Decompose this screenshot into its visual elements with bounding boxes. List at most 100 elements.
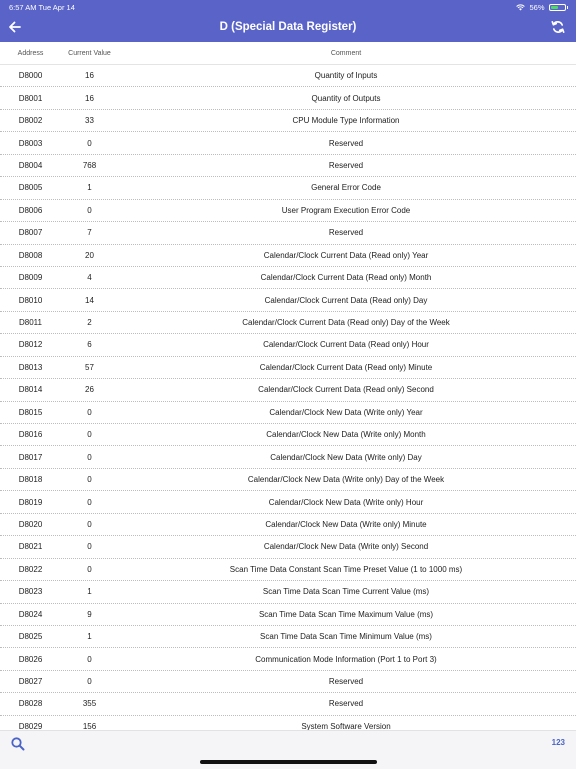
column-header-address: Address	[17, 49, 44, 57]
row-address: D8026	[18, 654, 43, 664]
row-comment: Scan Time Data Scan Time Minimum Value (…	[260, 632, 432, 642]
row-address: D8027	[18, 677, 43, 687]
row-address: D8012	[18, 340, 43, 350]
table-row[interactable]: D8001 16 Quantity of Outputs	[0, 87, 576, 110]
row-value: 0	[87, 677, 92, 687]
row-address: D8023	[18, 587, 43, 597]
row-address: D8021	[18, 542, 43, 552]
page-title: D (Special Data Register)	[219, 21, 357, 33]
row-comment: Calendar/Clock Current Data (Read only) …	[260, 273, 432, 283]
table-row[interactable]: D8012 6 Calendar/Clock Current Data (Read …	[0, 334, 576, 357]
table-row[interactable]: D8014 26 Calendar/Clock Current Data (Read…	[0, 379, 576, 402]
row-value: 33	[85, 116, 94, 126]
row-comment: Communication Mode Information (Port 1 t…	[255, 654, 437, 664]
row-value: 57	[85, 362, 94, 372]
table-row[interactable]: D8017 0 Calendar/Clock New Data (Write onl…	[0, 446, 576, 469]
table-row[interactable]: D8007 7 Reserved	[0, 222, 576, 245]
row-address: D8010	[18, 295, 43, 305]
search-icon[interactable]	[10, 736, 26, 752]
row-value: 20	[85, 250, 94, 260]
row-address: D8009	[18, 273, 43, 283]
table-row[interactable]: D8021 0 Calendar/Clock New Data (Write onl…	[0, 536, 576, 559]
row-value: 355	[82, 699, 97, 709]
numeric-format-button[interactable]: 123	[552, 738, 565, 747]
row-comment: Scan Time Data Scan Time Current Value (…	[262, 587, 430, 597]
table-row[interactable]: D8008 20 Calendar/Clock Current Data (Read…	[0, 245, 576, 267]
table-row[interactable]: D8000 16 Quantity of Inputs	[0, 65, 576, 88]
table-row[interactable]: D8022 0 Scan Time Data Constant Scan Time …	[0, 559, 576, 582]
row-value: 7	[87, 228, 92, 238]
table-row[interactable]: D8026 0 Communication Mode Information (Po…	[0, 648, 576, 671]
row-value: 0	[87, 542, 92, 552]
row-comment: Calendar/Clock Current Data (Read only) …	[263, 340, 429, 350]
row-comment: Calendar/Clock New Data (Write only) Min…	[265, 519, 427, 529]
refresh-icon[interactable]	[549, 18, 567, 36]
row-value: 16	[85, 71, 94, 81]
table-row[interactable]: D8002 33 CPU Module Type Information	[0, 110, 576, 133]
table-row[interactable]: D8010 14 Calendar/Clock Current Data (Read…	[0, 289, 576, 312]
table-row[interactable]: D8020 0 Calendar/Clock New Data (Write onl…	[0, 514, 576, 537]
row-value: 768	[82, 160, 97, 170]
row-comment: Reserved	[328, 160, 364, 170]
table-row[interactable]: D8005 1 General Error Code	[0, 177, 576, 200]
table-row[interactable]: D8028 355 Reserved	[0, 693, 576, 716]
table-row[interactable]: D8027 0 Reserved	[0, 671, 576, 694]
register-list[interactable]: Address Current Value Comment D8000 16 Qua…	[0, 42, 576, 730]
row-address: D8019	[18, 497, 43, 507]
table-row[interactable]: D8029 156 System Software Version	[0, 716, 576, 730]
table-row[interactable]: D8016 0 Calendar/Clock New Data (Write onl…	[0, 424, 576, 447]
row-value: 0	[87, 205, 92, 215]
row-value: 1	[87, 632, 92, 642]
row-comment: Calendar/Clock Current Data (Read only) …	[259, 362, 433, 372]
table-row[interactable]: D8013 57 Calendar/Clock Current Data (Read…	[0, 357, 576, 380]
row-address: D8001	[18, 93, 43, 103]
row-comment: Scan Time Data Scan Time Maximum Value (…	[258, 609, 434, 619]
column-header-value: Current Value	[68, 49, 111, 57]
table-row[interactable]: D8004 768 Reserved	[0, 155, 576, 178]
row-value: 0	[87, 138, 92, 148]
table-row[interactable]: D8025 1 Scan Time Data Scan Time Minimum V…	[0, 626, 576, 649]
table-row[interactable]: D8018 0 Calendar/Clock New Data (Write onl…	[0, 469, 576, 492]
table-row[interactable]: D8011 2 Calendar/Clock Current Data (Read …	[0, 312, 576, 335]
battery-fill	[550, 6, 558, 9]
row-value: 0	[87, 564, 92, 574]
table-row[interactable]: D8023 1 Scan Time Data Scan Time Current V…	[0, 581, 576, 604]
row-value: 16	[85, 93, 94, 103]
table-row[interactable]: D8009 4 Calendar/Clock Current Data (Read …	[0, 267, 576, 290]
row-comment: Reserved	[328, 677, 364, 687]
row-address: D8011	[19, 318, 42, 328]
row-address: D8014	[18, 385, 43, 395]
table-row[interactable]: D8003 0 Reserved	[0, 132, 576, 155]
row-address: D8000	[18, 71, 43, 81]
wifi-icon	[516, 4, 526, 11]
row-comment: Calendar/Clock Current Data (Read only) …	[263, 250, 429, 260]
row-address: D8017	[18, 452, 43, 462]
column-header-comment: Comment	[330, 49, 362, 57]
row-comment: Calendar/Clock Current Data (Read only) …	[264, 295, 428, 305]
row-comment: User Program Execution Error Code	[281, 205, 411, 215]
row-address: D8003	[18, 138, 43, 148]
row-value: 0	[87, 519, 92, 529]
row-value: 156	[82, 721, 97, 730]
row-value: 0	[87, 654, 92, 664]
table-row[interactable]: D8024 9 Scan Time Data Scan Time Maximum V…	[0, 604, 576, 626]
row-address: D8005	[18, 183, 43, 193]
row-value: 9	[87, 609, 92, 619]
table-row[interactable]: D8019 0 Calendar/Clock New Data (Write onl…	[0, 491, 576, 514]
row-address: D8016	[18, 430, 43, 440]
row-comment: Calendar/Clock New Data (Write only) Day	[270, 452, 422, 462]
row-value: 0	[87, 475, 92, 485]
row-comment: Calendar/Clock Current Data (Read only) …	[242, 318, 450, 328]
row-value: 26	[85, 385, 94, 395]
row-value: 0	[87, 407, 92, 417]
row-value: 0	[87, 497, 92, 507]
row-value: 14	[85, 295, 94, 305]
nav-bar: 6:57 AM Tue Apr 14 56% D (Special Data R…	[0, 0, 576, 42]
table-row[interactable]: D8006 0 User Program Execution Error Code	[0, 200, 576, 223]
table-body: D8000 16 Quantity of Inputs D8001 16 Quantity…	[0, 65, 576, 730]
row-comment: Calendar/Clock New Data (Write only) Day…	[247, 475, 445, 485]
row-value: 1	[87, 587, 92, 597]
row-address: D8020	[18, 519, 43, 529]
table-row[interactable]: D8015 0 Calendar/Clock New Data (Write onl…	[0, 402, 576, 424]
row-address: D8007	[18, 228, 43, 238]
